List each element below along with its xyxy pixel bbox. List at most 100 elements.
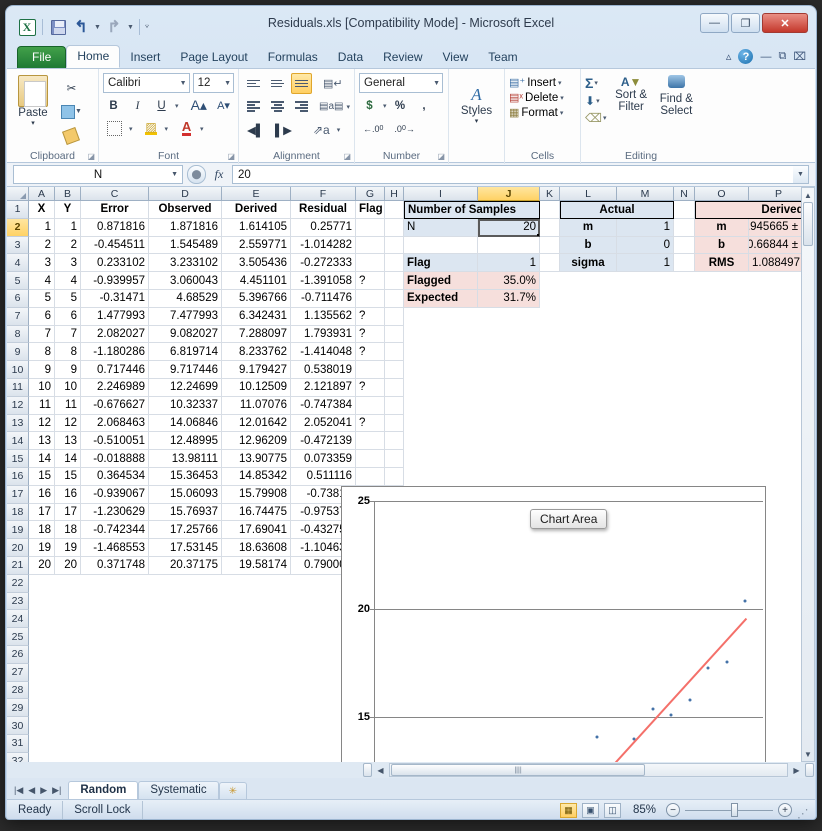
scroll-up-icon[interactable]: ▲ <box>802 188 814 202</box>
cell-H[interactable] <box>385 325 404 344</box>
cell-B[interactable]: 1 <box>55 218 81 237</box>
vertical-scrollbar[interactable]: ▲ ▼ <box>801 187 815 762</box>
cell-F[interactable]: 0.511116 <box>291 467 356 486</box>
font-dialog-launcher[interactable]: ◪ <box>227 152 235 161</box>
cell-K[interactable] <box>540 254 560 273</box>
row-header-23[interactable]: 23 <box>7 592 29 611</box>
split-handle-left[interactable] <box>363 763 372 777</box>
row-header-9[interactable]: 9 <box>7 343 29 362</box>
chart-data-point[interactable] <box>725 660 729 664</box>
cell-H[interactable] <box>385 361 404 379</box>
styles-button[interactable]: A Styles ▾ <box>453 73 500 125</box>
chart-data-point[interactable] <box>688 698 692 702</box>
fill-dropdown-icon[interactable]: ▾ <box>596 97 600 105</box>
cell-E[interactable]: 18.63608 <box>222 539 291 557</box>
font-size-dropdown-icon[interactable]: ▼ <box>224 80 231 87</box>
split-handle-right[interactable] <box>805 763 814 777</box>
cell-D[interactable]: 9.717446 <box>149 361 222 379</box>
font-name-input[interactable]: Calibri ▼ <box>103 73 190 93</box>
cell-C[interactable]: -0.939957 <box>81 272 149 290</box>
new-sheet-icon[interactable]: ✳ <box>218 782 248 799</box>
cell-A[interactable]: 18 <box>29 521 55 540</box>
cell-H[interactable] <box>385 201 404 219</box>
cell-F[interactable]: -0.272333 <box>291 254 356 273</box>
row-header-15[interactable]: 15 <box>7 450 29 468</box>
column-header-K[interactable]: K <box>540 187 560 201</box>
column-header-J[interactable]: J <box>478 187 540 201</box>
cell-G[interactable] <box>356 467 385 486</box>
cell-E[interactable]: 12.01642 <box>222 414 291 433</box>
fill-color-dropdown-icon[interactable]: ▾ <box>165 125 169 133</box>
cell-G[interactable] <box>356 450 385 468</box>
cell-O[interactable]: RMS <box>695 254 749 273</box>
cell-G[interactable]: Flag <box>356 201 385 219</box>
cell-I[interactable]: Flagged <box>404 272 478 290</box>
cell-A[interactable]: 14 <box>29 450 55 468</box>
zoom-level[interactable]: 85% <box>626 804 661 816</box>
cell-F[interactable]: 1.135562 <box>291 307 356 326</box>
cell-D[interactable]: 3.233102 <box>149 254 222 273</box>
align-middle-icon[interactable] <box>267 73 288 94</box>
cell-I[interactable]: Flag <box>404 254 478 273</box>
cell-H[interactable] <box>385 254 404 273</box>
cell-A[interactable]: 4 <box>29 272 55 290</box>
cell-B[interactable]: 2 <box>55 236 81 255</box>
tab-view[interactable]: View <box>433 47 479 68</box>
cell-B[interactable]: 3 <box>55 254 81 273</box>
cell-F[interactable]: 2.052041 <box>291 414 356 433</box>
cell-D[interactable]: 15.76937 <box>149 503 222 522</box>
copy-icon[interactable]: ▼ <box>57 101 86 122</box>
row-header-12[interactable]: 12 <box>7 396 29 415</box>
cell-N[interactable] <box>674 201 695 219</box>
tab-review[interactable]: Review <box>373 47 432 68</box>
find-select-button[interactable]: Find & Select <box>656 75 697 127</box>
clear-dropdown-icon[interactable]: ▾ <box>603 114 607 122</box>
cell-J[interactable]: 20 <box>478 218 540 237</box>
cell-K[interactable] <box>540 236 560 255</box>
horizontal-scroll-thumb[interactable]: |||| <box>391 764 645 776</box>
cell-G[interactable] <box>356 361 385 379</box>
cell-B[interactable]: 5 <box>55 289 81 308</box>
cell-H[interactable] <box>385 450 404 468</box>
cell-G[interactable]: ? <box>356 343 385 362</box>
row-header-2[interactable]: 2 <box>7 218 29 237</box>
row-header-11[interactable]: 11 <box>7 378 29 397</box>
cell-J[interactable]: 31.7% <box>478 289 540 308</box>
cell-G[interactable] <box>356 396 385 415</box>
doc-minimize-icon[interactable]: — <box>760 51 771 63</box>
cell-E[interactable]: Derived <box>222 201 291 219</box>
cell-A[interactable]: 17 <box>29 503 55 522</box>
cell-O[interactable]: b <box>695 236 749 255</box>
cell-D[interactable]: 9.082027 <box>149 325 222 344</box>
cell-E[interactable]: 7.288097 <box>222 325 291 344</box>
cell-A[interactable]: X <box>29 201 55 219</box>
cell-A[interactable]: 7 <box>29 325 55 344</box>
cell-E[interactable]: 19.58174 <box>222 556 291 575</box>
row-header-22[interactable]: 22 <box>7 574 29 593</box>
column-header-L[interactable]: L <box>560 187 617 201</box>
row-header-30[interactable]: 30 <box>7 717 29 735</box>
cell-E[interactable]: 1.614105 <box>222 218 291 237</box>
delete-dropdown-icon[interactable]: ▾ <box>560 94 564 102</box>
cell-G[interactable] <box>356 218 385 237</box>
cell-C[interactable]: -1.230629 <box>81 503 149 522</box>
column-header-F[interactable]: F <box>291 187 356 201</box>
cell-H[interactable] <box>385 343 404 362</box>
cell-B[interactable]: 17 <box>55 503 81 522</box>
cell-D[interactable]: 10.32337 <box>149 396 222 415</box>
cell-J[interactable]: 1 <box>478 254 540 273</box>
tab-data[interactable]: Data <box>328 47 373 68</box>
cell-C[interactable]: -0.939067 <box>81 485 149 504</box>
cell-A[interactable]: 5 <box>29 289 55 308</box>
column-header-M[interactable]: M <box>617 187 674 201</box>
cell-F[interactable]: 0.25771 <box>291 218 356 237</box>
chart-fit-line[interactable] <box>393 617 747 762</box>
cell-F[interactable]: -1.391058 <box>291 272 356 290</box>
chart-plot-area[interactable]: 510152025 <box>358 495 763 762</box>
row-header-28[interactable]: 28 <box>7 681 29 700</box>
cell-F[interactable]: 0.538019 <box>291 361 356 379</box>
cell-D[interactable]: 17.25766 <box>149 521 222 540</box>
cell-E[interactable]: 14.85342 <box>222 467 291 486</box>
cell-N[interactable] <box>674 254 695 273</box>
cell-B[interactable]: 6 <box>55 307 81 326</box>
